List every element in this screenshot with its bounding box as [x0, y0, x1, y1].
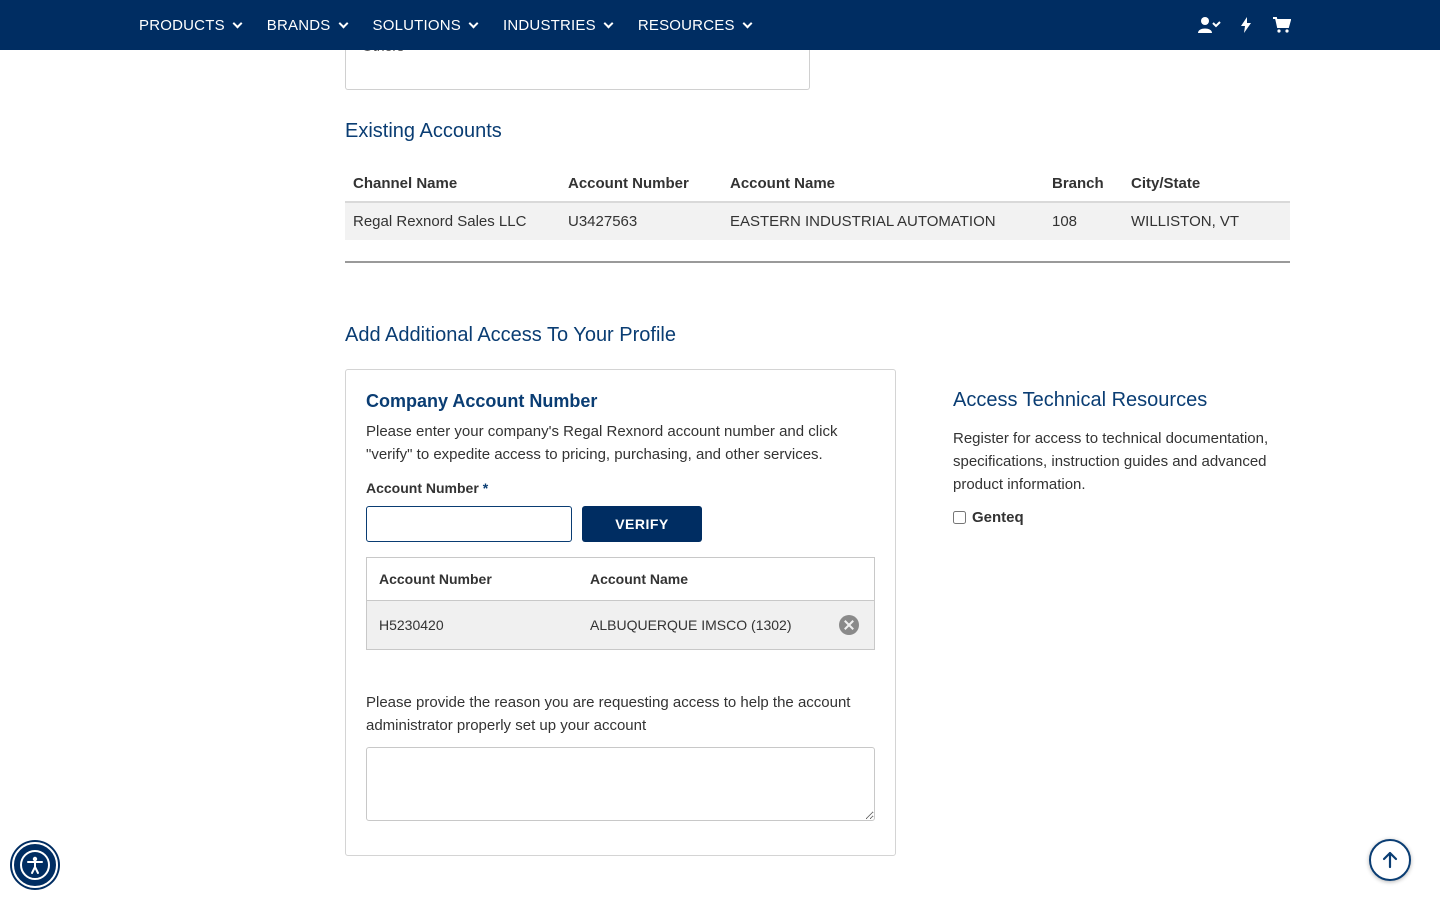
arrow-up-icon: [1382, 851, 1398, 869]
verify-button[interactable]: VERIFY: [582, 506, 702, 542]
nav-products[interactable]: PRODUCTS: [139, 16, 243, 34]
chevron-down-icon: [232, 18, 243, 28]
nav-products-label: PRODUCTS: [139, 16, 225, 34]
verified-accounts-table: Account Number Account Name H5230420 ALB…: [366, 557, 875, 650]
col-branch: Branch: [1044, 165, 1123, 203]
nav-industries-label: INDUSTRIES: [502, 16, 596, 34]
genteq-option[interactable]: Genteq: [953, 509, 1024, 526]
section-divider: [345, 261, 1290, 263]
chevron-down-icon: [603, 18, 614, 28]
user-check-icon[interactable]: [1198, 16, 1221, 34]
top-navigation: PRODUCTS BRANDS SOLUTIONS INDUSTRIES RES…: [0, 0, 1440, 50]
required-mark: *: [482, 480, 489, 496]
technical-resources-description: Register for access to technical documen…: [953, 430, 1269, 493]
account-number-label-text: Account Number: [366, 480, 479, 496]
nav-resources-label: RESOURCES: [637, 16, 735, 34]
account-number-input[interactable]: [366, 506, 572, 542]
nav-brands-label: BRANDS: [266, 16, 331, 34]
lightning-icon[interactable]: [1241, 17, 1251, 33]
cell-branch: 108: [1044, 202, 1123, 240]
company-account-title: Company Account Number: [366, 391, 598, 411]
nav-industries[interactable]: INDUSTRIES: [502, 16, 614, 34]
cell-account-number: U3427563: [560, 202, 722, 240]
col-city-state: City/State: [1123, 165, 1290, 203]
verified-col-account-number: Account Number: [379, 571, 492, 587]
cell-channel-name: Regal Rexnord Sales LLC: [345, 202, 560, 240]
verified-table-header: Account Number Account Name: [367, 558, 874, 601]
verified-account-number: H5230420: [379, 617, 444, 633]
cart-icon[interactable]: [1273, 17, 1291, 33]
col-account-number: Account Number: [560, 165, 722, 203]
nav-solutions-label: SOLUTIONS: [372, 16, 461, 34]
verified-col-account-name: Account Name: [590, 571, 689, 587]
accessibility-icon: [20, 850, 50, 880]
col-account-name: Account Name: [722, 165, 1044, 203]
existing-accounts-title: Existing Accounts: [345, 120, 502, 142]
nav-utility-icons: [1198, 0, 1291, 50]
scroll-to-top-button[interactable]: [1369, 839, 1411, 881]
technical-resources-title: Access Technical Resources: [953, 389, 1208, 411]
chevron-down-icon: [742, 18, 753, 28]
verified-account-name: ALBUQUERQUE IMSCO (1302): [590, 617, 792, 633]
table-row: Regal Rexnord Sales LLC U3427563 EASTERN…: [345, 202, 1290, 240]
col-channel-name: Channel Name: [345, 165, 560, 203]
add-access-title: Add Additional Access To Your Profile: [345, 324, 676, 346]
cell-account-name: EASTERN INDUSTRIAL AUTOMATION: [722, 202, 1044, 240]
table-row: H5230420 ALBUQUERQUE IMSCO (1302): [367, 601, 874, 649]
account-number-label: Account Number *: [366, 480, 488, 496]
nav-brands[interactable]: BRANDS: [266, 16, 348, 34]
genteq-label: Genteq: [972, 509, 1024, 526]
chevron-down-icon: [468, 18, 479, 28]
remove-circle-icon[interactable]: [839, 615, 859, 635]
cell-city-state: WILLISTON, VT: [1123, 202, 1290, 240]
main-menu: PRODUCTS BRANDS SOLUTIONS INDUSTRIES RES…: [139, 0, 777, 50]
reason-textarea[interactable]: [366, 747, 875, 821]
chevron-down-icon: [338, 18, 348, 28]
table-header-row: Channel Name Account Number Account Name…: [345, 165, 1290, 203]
company-account-description: Please enter your company's Regal Rexnor…: [366, 423, 838, 463]
nav-resources[interactable]: RESOURCES: [637, 16, 753, 34]
existing-accounts-table: Channel Name Account Number Account Name…: [345, 165, 1290, 240]
nav-solutions[interactable]: SOLUTIONS: [372, 16, 479, 34]
accessibility-button[interactable]: [12, 842, 58, 888]
reason-label: Please provide the reason you are reques…: [366, 694, 851, 734]
genteq-checkbox[interactable]: [953, 511, 966, 524]
